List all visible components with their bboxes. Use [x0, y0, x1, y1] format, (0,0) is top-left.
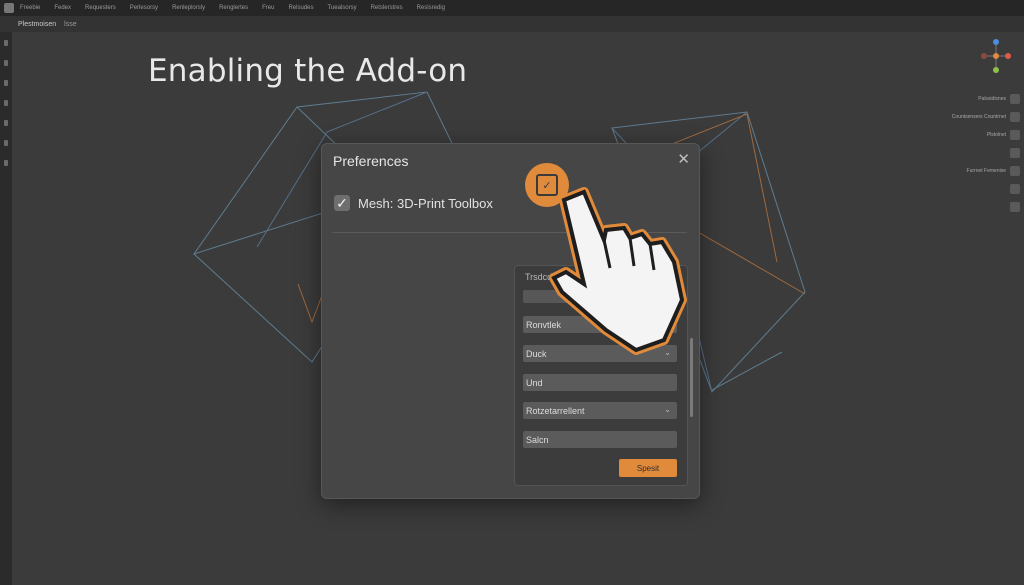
menu-item-7[interactable]: Freu — [262, 5, 274, 11]
wrench-icon[interactable] — [1010, 166, 1020, 176]
dialog-title: Preferences — [333, 153, 409, 169]
settings-field-3[interactable]: Und — [523, 374, 677, 391]
right-panel-item[interactable]: Countsensers Countrnet — [910, 110, 1020, 124]
shading-icon[interactable] — [1010, 202, 1020, 212]
center-icon — [993, 53, 999, 59]
panel-icon[interactable] — [1010, 94, 1020, 104]
addon-label: Mesh: 3D-Print Toolbox — [358, 195, 493, 211]
neg-x-axis-icon — [981, 53, 987, 59]
sphere-icon[interactable] — [1010, 148, 1020, 158]
right-panel-item[interactable] — [910, 200, 1020, 214]
menu-item-11[interactable]: Reslsredig — [417, 5, 445, 11]
menu-item-4[interactable]: Perlesorsy — [130, 5, 158, 11]
tutorial-heading: Enabling the Add-on — [148, 53, 468, 89]
right-properties-panel: Palssidisnes Countsensers Countrnet Plst… — [910, 92, 1020, 218]
menu-item-10[interactable]: Retslerstres — [371, 5, 403, 11]
panel-icon[interactable] — [1010, 130, 1020, 140]
app-logo-icon[interactable] — [4, 3, 14, 13]
right-panel-item[interactable]: Plstolnet — [910, 128, 1020, 142]
tool-icon[interactable] — [4, 60, 8, 66]
close-icon[interactable]: ✕ — [677, 150, 690, 168]
menu-item-6[interactable]: Renglertes — [219, 5, 248, 11]
workspace-sub-label[interactable]: lsse — [64, 21, 76, 28]
tool-icon[interactable] — [4, 120, 8, 126]
menu-item-1[interactable]: Freebie — [20, 5, 40, 11]
chevron-down-icon: ⌄ — [664, 405, 671, 414]
apply-button[interactable]: Spesit — [619, 459, 677, 477]
grid-icon[interactable] — [1010, 184, 1020, 194]
refresh-icon[interactable] — [1010, 112, 1020, 122]
header-toolbar: Plestmoisen lsse — [0, 16, 1024, 32]
menu-bar: Freebie Fedex Requesters Perlesorsy Renl… — [0, 0, 1024, 16]
right-panel-item[interactable]: Palssidisnes — [910, 92, 1020, 106]
left-toolbar — [0, 32, 12, 585]
workspace-label[interactable]: Plestmoisen — [18, 21, 56, 28]
right-panel-item[interactable] — [910, 182, 1020, 196]
tool-icon[interactable] — [4, 100, 8, 106]
tool-icon[interactable] — [4, 40, 8, 46]
navigation-gizmo[interactable] — [978, 34, 1014, 84]
menu-item-5[interactable]: Renleplorsly — [172, 5, 205, 11]
tool-icon[interactable] — [4, 80, 8, 86]
menu-item-9[interactable]: Tuealsorsy — [327, 5, 356, 11]
right-panel-item[interactable] — [910, 146, 1020, 160]
tool-icon[interactable] — [4, 160, 8, 166]
addon-checkbox[interactable]: ✓ — [334, 195, 350, 211]
x-axis-icon — [1005, 53, 1011, 59]
addon-row[interactable]: ✓ Mesh: 3D-Print Toolbox — [334, 195, 493, 211]
menu-item-2[interactable]: Fedex — [54, 5, 71, 11]
right-panel-item[interactable]: Furrnet Femenise — [910, 164, 1020, 178]
hand-pointer-icon — [549, 187, 687, 355]
menu-item-3[interactable]: Requesters — [85, 5, 116, 11]
z-axis-icon — [993, 39, 999, 45]
menu-item-8[interactable]: Relsudes — [288, 5, 313, 11]
settings-field-5[interactable]: Salcn — [523, 431, 677, 448]
tool-icon[interactable] — [4, 140, 8, 146]
y-axis-icon — [993, 67, 999, 73]
settings-dropdown-4[interactable]: Rotzetarrellent ⌄ — [523, 402, 677, 419]
